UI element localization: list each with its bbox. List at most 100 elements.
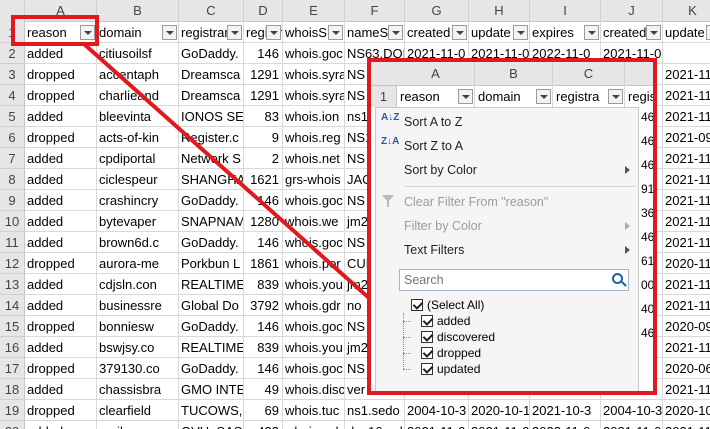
table-cell[interactable]: whois.goc [283, 43, 345, 64]
table-cell[interactable]: grs-whois [283, 169, 345, 190]
table-cell[interactable]: REALTIME [179, 274, 244, 295]
filter-dropdown-button[interactable] [162, 25, 177, 40]
column-header-h[interactable]: H [469, 0, 530, 22]
table-cell[interactable]: clearfield [97, 400, 179, 421]
table-cell[interactable]: brown6d.c [97, 232, 179, 253]
filter-dropdown-button[interactable] [452, 25, 467, 40]
table-cell[interactable]: bonniesw [97, 316, 179, 337]
column-header-d[interactable]: D [244, 0, 283, 22]
table-cell[interactable]: dropped [25, 253, 97, 274]
table-cell[interactable]: 2004-10-3 [601, 400, 663, 421]
sort-a-to-z-item[interactable]: A↓Z Sort A to Z [376, 110, 638, 134]
table-cell[interactable]: 2021-11- [663, 106, 710, 127]
table-cell[interactable]: 146 [244, 190, 283, 211]
table-cell[interactable]: 433 [244, 421, 283, 429]
row-header[interactable]: 2 [0, 43, 25, 64]
table-cell[interactable]: dropped [25, 127, 97, 148]
sort-z-to-a-item[interactable]: Z↓A Sort Z to A [376, 134, 638, 158]
table-cell[interactable]: 1280 [244, 211, 283, 232]
table-cell[interactable]: dropped [25, 64, 97, 85]
column-header-k[interactable]: K [663, 0, 710, 22]
table-cell[interactable]: whois.por [283, 253, 345, 274]
search-icon[interactable] [612, 273, 623, 284]
table-cell[interactable]: 839 [244, 337, 283, 358]
table-cell[interactable]: 1291 [244, 85, 283, 106]
table-cell[interactable]: whois.ion [283, 106, 345, 127]
table-cell[interactable]: bleevinta [97, 106, 179, 127]
table-cell[interactable]: Dreamsca [179, 64, 244, 85]
table-cell[interactable]: 146 [244, 358, 283, 379]
table-cell[interactable]: cdjsln.con [97, 274, 179, 295]
table-cell[interactable]: OVH, SAS [179, 421, 244, 429]
table-cell[interactable]: 2020-10-1 [469, 400, 530, 421]
table-cell[interactable]: 1291 [244, 64, 283, 85]
column-header-f[interactable]: F [345, 0, 405, 22]
row-header[interactable]: 18 [0, 379, 25, 400]
row-header[interactable]: 15 [0, 316, 25, 337]
table-cell[interactable]: whois.you [283, 274, 345, 295]
table-cell[interactable]: 146 [244, 316, 283, 337]
checkbox[interactable] [421, 363, 433, 375]
checkbox[interactable] [421, 331, 433, 343]
filter-dropdown-button[interactable] [706, 25, 710, 40]
table-cell[interactable]: SNAPNAM [179, 211, 244, 232]
table-cell[interactable]: 1621 [244, 169, 283, 190]
table-cell[interactable]: whois.goc [283, 190, 345, 211]
table-cell[interactable]: added [25, 379, 97, 400]
table-cell[interactable]: chassisbra [97, 379, 179, 400]
table-cell[interactable]: 2021-11- [663, 337, 710, 358]
table-cell[interactable]: added [25, 190, 97, 211]
table-cell[interactable]: 2021-10-3 [530, 400, 601, 421]
table-cell[interactable]: 2021-11- [663, 211, 710, 232]
row-header[interactable]: 10 [0, 211, 25, 232]
table-cell[interactable]: 2021-11- [663, 148, 710, 169]
table-cell[interactable]: 1861 [244, 253, 283, 274]
checkbox[interactable] [421, 315, 433, 327]
column-header-b[interactable]: B [97, 0, 179, 22]
table-cell[interactable]: SHANGHA [179, 169, 244, 190]
filter-search-input[interactable] [400, 270, 600, 290]
column-header-i[interactable]: I [530, 0, 601, 22]
table-cell[interactable]: 2021-11- [663, 64, 710, 85]
table-cell[interactable]: aurora-me [97, 253, 179, 274]
table-cell[interactable]: 2021-09- [663, 127, 710, 148]
filter-dropdown-button[interactable] [388, 25, 403, 40]
table-cell[interactable]: GMO INTE [179, 379, 244, 400]
row-header[interactable]: 5 [0, 106, 25, 127]
table-cell[interactable]: 69 [244, 400, 283, 421]
table-cell[interactable]: 49 [244, 379, 283, 400]
row-header[interactable]: 19 [0, 400, 25, 421]
header-cell[interactable]: update [663, 22, 710, 43]
row-header[interactable]: 14 [0, 295, 25, 316]
row-header[interactable]: 17 [0, 358, 25, 379]
row-header[interactable]: 20 [0, 421, 25, 429]
table-cell[interactable]: 2021-11- [663, 274, 710, 295]
table-cell[interactable]: 2022-11-0 [530, 421, 601, 429]
row-header[interactable]: 3 [0, 64, 25, 85]
filter-dropdown-button[interactable] [266, 25, 281, 40]
table-cell[interactable]: added [25, 337, 97, 358]
row-header[interactable]: 7 [0, 148, 25, 169]
table-cell[interactable]: 2020-11- [663, 253, 710, 274]
text-filters-item[interactable]: Text Filters [376, 238, 638, 262]
table-cell[interactable]: 3792 [244, 295, 283, 316]
table-cell[interactable]: whois.reg [283, 127, 345, 148]
table-cell[interactable]: TUCOWS, [179, 400, 244, 421]
table-cell[interactable]: Porkbun L [179, 253, 244, 274]
table-cell[interactable]: Global Do [179, 295, 244, 316]
table-cell[interactable]: whois.syra [283, 85, 345, 106]
table-cell[interactable]: 2021-11-0 [405, 421, 469, 429]
table-cell[interactable]: 146 [244, 43, 283, 64]
table-cell[interactable]: 2021-11- [663, 295, 710, 316]
table-cell[interactable]: dropped [25, 316, 97, 337]
filter-dropdown-button[interactable] [584, 25, 599, 40]
table-cell[interactable]: 2020-06- [663, 358, 710, 379]
table-cell[interactable]: added [25, 43, 97, 64]
table-cell[interactable]: businessre [97, 295, 179, 316]
table-cell[interactable]: 9 [244, 127, 283, 148]
table-cell[interactable]: whois.net [283, 148, 345, 169]
table-cell[interactable]: GoDaddy. [179, 316, 244, 337]
table-cell[interactable]: Dreamsca [179, 85, 244, 106]
table-cell[interactable]: ns1.sedo [345, 400, 405, 421]
table-cell[interactable]: added [25, 148, 97, 169]
